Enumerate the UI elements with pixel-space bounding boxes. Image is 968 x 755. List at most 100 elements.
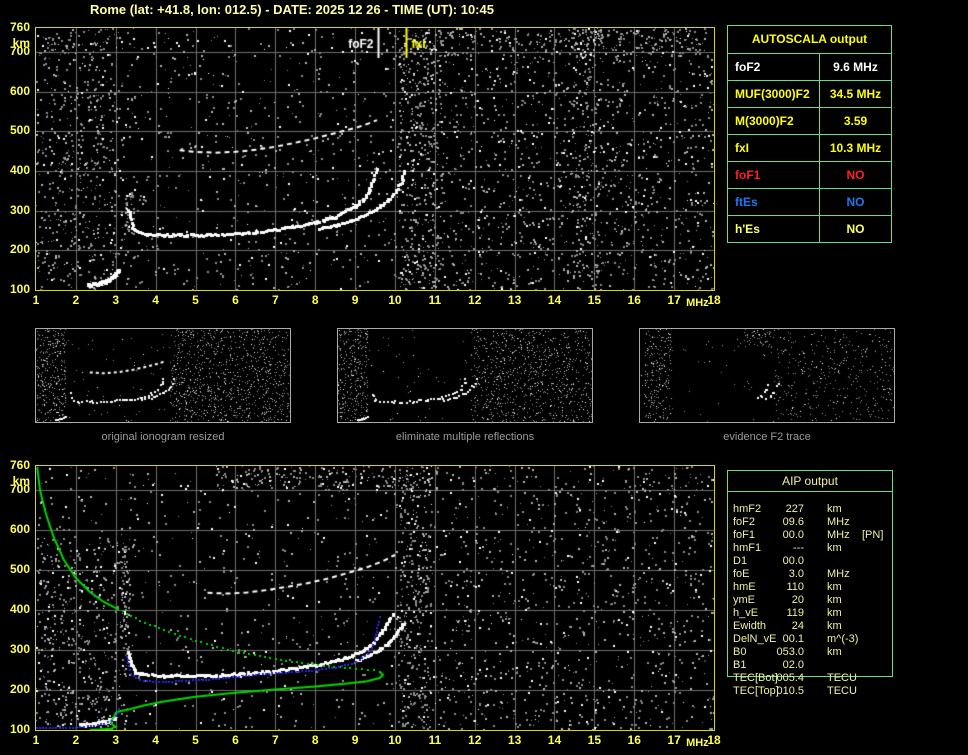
parameter-label: Ewidth [733,620,767,632]
axis-tick-label: 9 [351,293,359,307]
parameter-unit: MHz [827,516,850,528]
parameter-value: 34.5 MHz [829,87,882,101]
parameter-label: ftEs [728,189,820,215]
top-plot-x-axis: 1 2 3 4 5 6 7 8 9 10 11 12 13 14 15 16 17 18 MHz [33,293,721,311]
parameter-label: B0 [733,646,747,658]
axis-tick-label: 11 [428,293,442,307]
aip-row: foE 3.0 MHz [733,568,903,581]
axis-tick-label: 100 [9,722,30,736]
autoscala-output-table: AUTOSCALA output foF2 9.6 MHz MUF(3000)F2 3… [727,25,892,243]
y-axis-unit-label: km [12,36,30,50]
parameter-label: DelN_vE [733,633,777,645]
parameter-value: --- [793,542,804,554]
axis-tick-label: 18 [707,293,721,307]
parameter-unit: km [827,594,842,606]
axis-tick-label: 17 [667,733,681,747]
aip-row: TEC[Bot] 005.4 TECU [733,672,903,685]
axis-tick-label: 15 [587,733,602,747]
axis-tick-label: 18 [707,733,721,747]
parameter-unit: km [827,646,842,658]
parameter-value: 09.6 [782,516,804,528]
axis-tick-label: 11 [428,733,442,747]
parameter-label: fxI [728,135,820,161]
parameter-label: ymE [733,594,755,606]
parameter-label: hmF1 [733,542,762,554]
parameter-unit: km [827,503,842,515]
axis-tick-label: 5 [192,733,199,747]
aip-row: Ewidth 24 km [733,620,903,633]
axis-tick-label: 600 [9,522,30,536]
axis-tick-label: 500 [9,123,30,138]
axis-tick-label: 5 [192,293,199,307]
parameter-label: foF2 [728,54,820,80]
parameter-value: 02.0 [782,659,804,671]
axis-tick-label: 8 [311,293,319,307]
parameter-value: 10.3 MHz [829,141,882,155]
autoscala-screen: { "title": "Rome (lat: +41.8, lon: 012.5… [0,0,968,755]
bottom-ionogram-plot [35,465,715,731]
axis-tick-label: 600 [9,83,30,98]
axis-tick-label: 500 [9,562,30,576]
parameter-unit: TECU [827,672,857,684]
parameter-value: 010.5 [776,685,804,697]
axis-tick-label: 16 [627,733,641,747]
axis-tick-label: 400 [9,602,30,616]
thumbnail-original-canvas [36,329,290,422]
aip-row: foF1 00.0 MHz [PN] [733,529,903,542]
parameter-value: NO [846,222,865,236]
table-row: h'Es NO [728,216,891,242]
axis-tick-label: 400 [9,162,30,177]
axis-tick-label: 7 [271,293,279,307]
aip-row: B1 02.0 [733,659,903,672]
aip-row: foF2 09.6 MHz [733,516,903,529]
axis-tick-label: 6 [232,293,239,307]
parameter-value: 3.59 [843,114,868,128]
bottom-plot-x-axis: 1 2 3 4 5 6 7 8 9 10 11 12 13 14 15 16 17 18 MHz [32,733,721,751]
axis-tick-label: 300 [9,642,30,656]
autoscala-table-body: foF2 9.6 MHz MUF(3000)F2 34.5 MHz M(3000)F2 3… [728,54,891,242]
bottom-plot-y-axis: 760 700 600 500 400 300 200 100 km [0,458,33,736]
parameter-value: 005.4 [776,672,804,684]
axis-tick-label: 7 [271,733,279,747]
parameter-unit: km [827,607,842,619]
axis-tick-label: 4 [152,733,159,747]
parameter-flag: [PN] [862,529,884,541]
axis-tick-label: 10 [388,293,402,307]
axis-tick-label: 17 [667,293,681,307]
axis-tick-label: 8 [311,733,319,747]
axis-tick-label: 1 [32,733,40,747]
parameter-unit: MHz [827,568,850,580]
aip-row: hmE 110 km [733,581,903,594]
parameter-value: 00.0 [782,529,804,541]
axis-tick-label: 13 [507,293,522,307]
thumbnail-evidence-f2 [639,328,895,423]
parameter-value: 9.6 MHz [833,60,878,74]
page-title: Rome (lat: +41.8, lon: 012.5) - DATE: 20… [90,2,494,17]
thumbnail-caption: eliminate multiple reflections [395,431,535,443]
aip-row: hmF2 227 km [733,503,903,516]
axis-tick-label: 15 [587,293,602,307]
parameter-label: foF2 [733,516,756,528]
aip-row: ymE 20 km [733,594,903,607]
x-axis-unit-label: MHz [686,737,709,749]
axis-tick-label: 760 [9,458,30,472]
parameter-value: 24 [791,620,804,632]
table-row: MUF(3000)F2 34.5 MHz [728,81,891,108]
parameter-label: TEC[Top] [733,685,779,697]
parameter-value: NO [846,195,865,209]
axis-tick-label: 200 [9,242,30,257]
aip-row: hmF1 --- km [733,542,903,555]
table-row: M(3000)F2 3.59 [728,108,891,135]
aip-row: TEC[Top] 010.5 TECU [733,685,903,698]
parameter-unit: m^(-3) [827,633,859,645]
axis-tick-label: 6 [232,733,239,747]
parameter-value: NO [846,168,865,182]
axis-tick-label: 16 [627,293,641,307]
axis-tick-label: 10 [388,733,402,747]
parameter-unit: km [827,581,842,593]
thumbnail-original-ionogram [35,328,291,423]
axis-tick-label: 760 [9,20,30,34]
thumbnail-caption: evidence F2 trace [723,431,811,443]
thumbnail-eliminate-canvas [338,329,592,422]
table-row: ftEs NO [728,189,891,216]
